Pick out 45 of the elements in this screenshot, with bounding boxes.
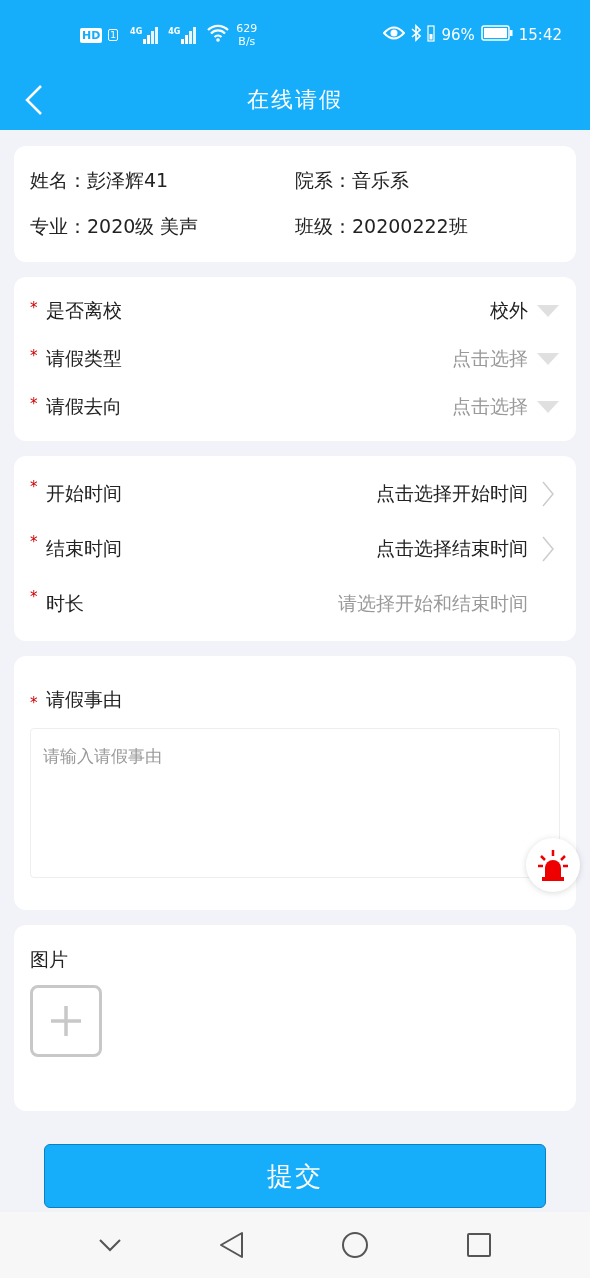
- add-image-button[interactable]: [30, 985, 102, 1057]
- field-picker[interactable]: 校外: [490, 298, 528, 324]
- required-mark: *: [30, 347, 39, 365]
- recents-icon[interactable]: [465, 1232, 492, 1258]
- field-value: 请选择开始和结束时间: [338, 590, 528, 616]
- info-label: 院系：: [295, 169, 352, 191]
- info-label: 专业：: [30, 215, 87, 237]
- network-speed: 629: [236, 22, 258, 35]
- clock: 15:42: [518, 26, 562, 44]
- field-label: 时长: [46, 590, 85, 616]
- required-mark: *: [30, 299, 39, 317]
- home-icon[interactable]: [341, 1231, 370, 1259]
- page-title: 在线请假: [247, 86, 343, 114]
- info-value: 音乐系: [352, 169, 409, 191]
- sim-icon: 1: [108, 29, 119, 41]
- info-value: 2020级 美声: [87, 215, 199, 237]
- info-label: 班级：: [295, 215, 352, 237]
- info-value: 20200222班: [352, 215, 468, 237]
- field-label: 请假事由: [46, 687, 123, 712]
- siren-icon: [536, 848, 570, 882]
- speed-unit: B/s: [238, 35, 256, 48]
- field-picker[interactable]: 点击选择开始时间: [376, 480, 528, 507]
- battery-level: 96%: [441, 26, 475, 44]
- plus-icon: [49, 1004, 83, 1038]
- required-mark: *: [30, 533, 39, 551]
- field-label: 是否离校: [46, 298, 123, 323]
- field-label: 请假类型: [46, 346, 123, 371]
- image-label: 图片: [30, 947, 69, 972]
- required-mark: *: [30, 478, 39, 496]
- dropdown-caret-icon[interactable]: [536, 401, 560, 413]
- hd-icon: HD: [80, 27, 103, 43]
- field-picker[interactable]: 点击选择结束时间: [376, 535, 528, 562]
- required-mark: *: [30, 395, 39, 413]
- collapse-icon[interactable]: [98, 1238, 123, 1252]
- field-label: 请假去向: [46, 394, 123, 419]
- field-label: 结束时间: [46, 535, 123, 561]
- dropdown-caret-icon[interactable]: [536, 305, 560, 317]
- reason-field[interactable]: 请输入请假事由: [30, 728, 560, 878]
- field-label: 开始时间: [46, 480, 123, 506]
- info-value: 彭泽辉41: [87, 169, 169, 191]
- back-icon[interactable]: [218, 1231, 245, 1259]
- required-mark: *: [30, 694, 39, 712]
- info-label: 姓名：: [30, 169, 87, 191]
- dropdown-caret-icon[interactable]: [536, 353, 560, 365]
- required-mark: *: [30, 588, 39, 606]
